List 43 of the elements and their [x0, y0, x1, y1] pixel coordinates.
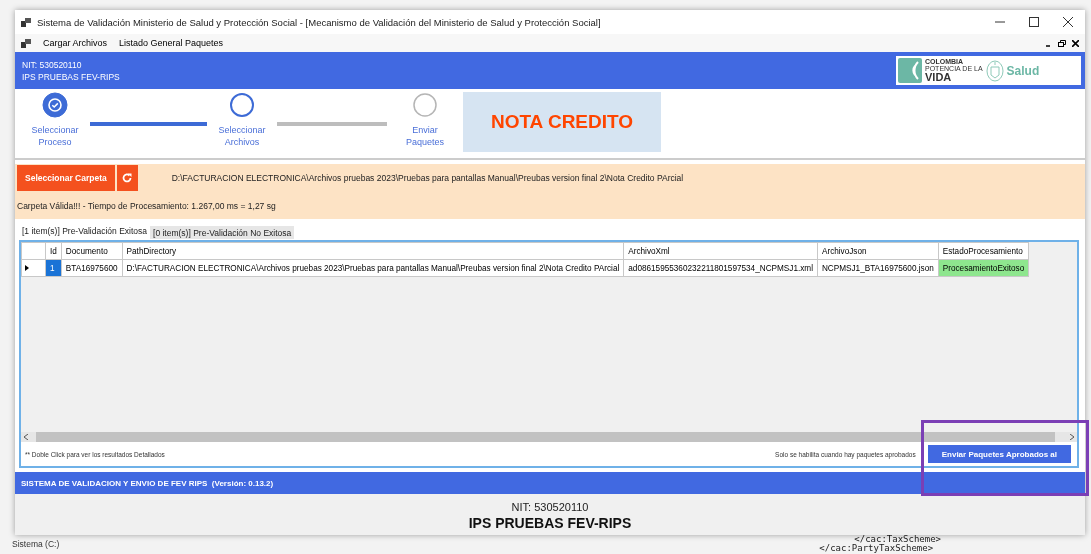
table-cell: BTA16975600 [61, 259, 123, 277]
entity-name: IPS PRUEBAS FEV-RIPS [22, 70, 120, 83]
logo-text: Salud [1006, 63, 1040, 78]
close-icon[interactable] [1072, 39, 1079, 47]
process-title: NOTA CREDITO [463, 92, 661, 152]
step-label: Seleccionar Proceso [30, 124, 80, 148]
close-icon[interactable] [1063, 17, 1073, 27]
restore-icon[interactable] [1058, 39, 1066, 47]
column-header[interactable]: Id [45, 242, 62, 260]
code-line: </cac:TaxScheme> [854, 535, 941, 544]
scroll-right-icon[interactable] [1070, 434, 1074, 440]
folder-path: D:\FACTURACION ELECTRONICA\Archivos pruebas 2023\Pruebas para pantallas Manual\Preubas version final 2\Nota Credito PArcial [171, 173, 684, 183]
nit-label: NIT: 530520110 [22, 58, 83, 71]
nit-label: NIT: 530520110 [511, 500, 589, 513]
table-cell: ad08615955360232211801597534_NCPMSJ1.xml [623, 259, 818, 277]
menu-item[interactable]: Cargar Archivos [43, 38, 108, 48]
step-label: Enviar Paquetes [405, 124, 445, 148]
app-icon [21, 17, 31, 27]
window-title: Sistema de Validación Ministerio de Salud y Protección Social - [Mecanismo de Validación del Ministerio de Salud y Protección Social] [37, 16, 602, 28]
folder-status: Carpeta Válida!!! - Tiempo de Procesamiento: 1.267,00 ms = 1,27 sg [17, 201, 277, 211]
refresh-icon [122, 173, 133, 183]
row-pointer-icon [25, 264, 29, 271]
drive-label: Sistema (C:) [12, 539, 60, 551]
code-line: </cac:PartyTaxScheme> [819, 543, 934, 552]
app-icon [21, 38, 31, 48]
maximize-icon[interactable] [1029, 17, 1039, 27]
menu-item[interactable]: Listado General Paquetes [119, 38, 224, 48]
column-header[interactable]: ArchivoXml [623, 242, 818, 260]
tab[interactable]: [0 item(s)] Pre-Validación No Exitosa [150, 226, 295, 239]
scroll-left-icon[interactable] [24, 434, 28, 440]
version-bar: SISTEMA DE VALIDACION Y ENVIO DE FEV RIPS (Versión: 0.13.2) [15, 472, 1085, 494]
step-label: Seleccionar Archivos [217, 124, 267, 148]
crest-icon [985, 58, 1004, 83]
entity-name: IPS PRUEBAS FEV-RIPS [468, 514, 632, 531]
refresh-button[interactable] [116, 165, 138, 191]
send-packages-button[interactable]: Enviar Paquetes Aprobados al [927, 445, 1071, 463]
column-header[interactable]: EstadoProcesamiento [938, 242, 1029, 260]
column-header[interactable]: Documento [61, 242, 123, 260]
column-header[interactable]: PathDirectory [122, 242, 624, 260]
table-cell: D:\FACTURACION ELECTRONICA\Archivos pruebas 2023\Pruebas para pantallas Manual\Preubas version final 2\Nota Credito PArcial [122, 259, 624, 277]
logo-text: VIDA [925, 72, 953, 83]
column-header[interactable]: ArchivoJson [817, 242, 939, 260]
table-cell: NCPMSJ1_BTA16975600.json [817, 259, 939, 277]
